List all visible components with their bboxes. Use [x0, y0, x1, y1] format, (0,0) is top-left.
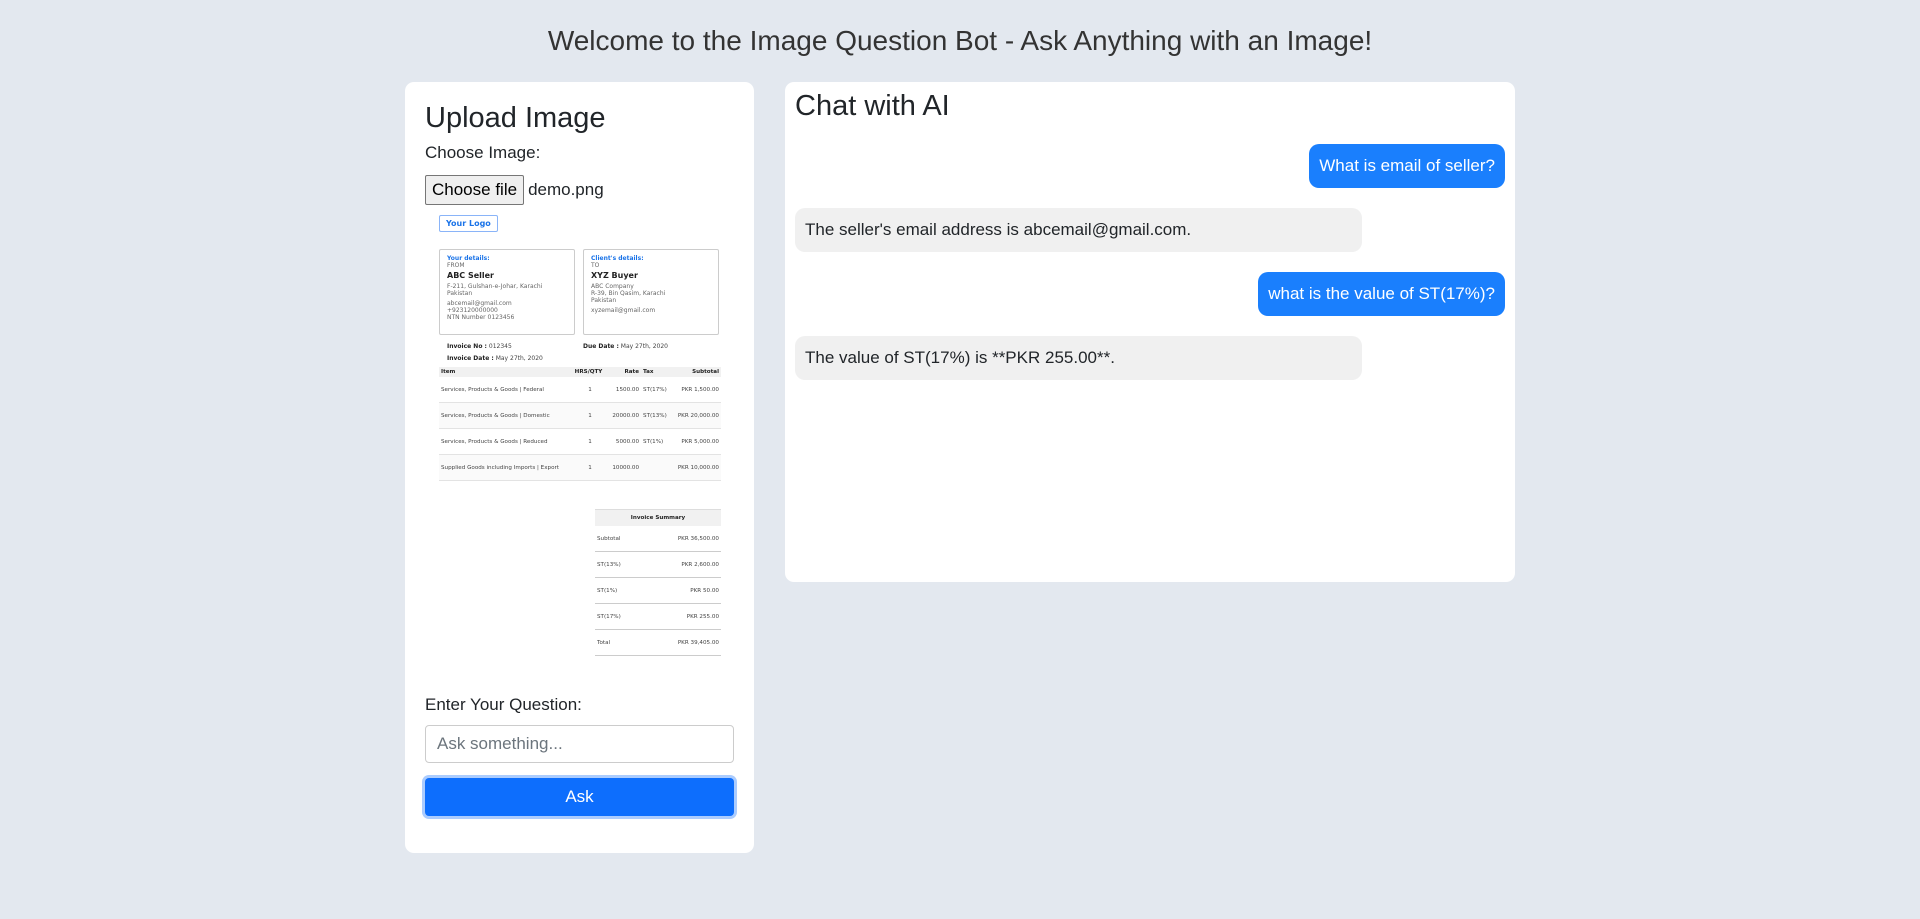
column-header: Tax — [641, 367, 672, 377]
seller-email: abcemail@gmail.com — [447, 300, 512, 307]
upload-panel: Upload Image Choose Image: Choose file d… — [405, 82, 754, 853]
ask-button[interactable]: Ask — [425, 778, 734, 816]
file-name: demo.png — [528, 180, 604, 199]
table-row: Services, Products & Goods | Domestic 1 2… — [439, 402, 721, 429]
summary-row: Subtotal PKR 36,500.00 — [595, 526, 721, 552]
seller-name: ABC Seller — [447, 271, 494, 280]
client-address2: Pakistan — [591, 297, 617, 304]
seller-phone: +923120000000 — [447, 307, 498, 314]
client-name: XYZ Buyer — [591, 271, 638, 280]
table-row: Supplied Goods including Imports | Expor… — [439, 454, 721, 481]
invoice-due-date: Due Date : May 27th, 2020 — [583, 343, 668, 350]
table-row: Services, Products & Goods | Reduced 1 50… — [439, 428, 721, 455]
client-address1: R-39, Bin Qasim, Karachi — [591, 290, 666, 297]
upload-title: Upload Image — [425, 102, 606, 134]
seller-ntn: NTN Number 0123456 — [447, 314, 515, 321]
client-details: Client's details: TO XYZ Buyer ABC Compa… — [583, 249, 719, 335]
page-title: Welcome to the Image Question Bot - Ask … — [547, 25, 1373, 56]
seller-details: Your details: FROM ABC Seller F-211, Gul… — [439, 249, 575, 335]
client-header: Client's details: — [591, 255, 644, 262]
invoice-number: Invoice No : 012345 — [447, 343, 512, 350]
invoice-logo: Your Logo — [439, 215, 498, 232]
invoice-items-table: Item HRS/QTY Rate Tax Subtotal Services,… — [439, 367, 721, 481]
invoice-date: Invoice Date : May 27th, 2020 — [447, 355, 543, 362]
image-preview: Your Logo Your details: FROM ABC Seller … — [425, 213, 723, 665]
summary-row: Total PKR 39,405.00 — [595, 629, 721, 656]
bot-message: The value of ST(17%) is **PKR 255.00**. — [795, 336, 1362, 380]
seller-header: Your details: — [447, 255, 490, 262]
column-header: Rate — [607, 367, 642, 377]
choose-file-button[interactable]: Choose file — [425, 175, 525, 205]
seller-from: FROM — [447, 262, 465, 269]
summary-row: ST(17%) PKR 255.00 — [595, 603, 721, 630]
client-to: TO — [591, 262, 600, 269]
question-input[interactable] — [425, 725, 734, 763]
client-email: xyzemail@gmail.com — [591, 307, 656, 314]
client-company: ABC Company — [591, 283, 634, 290]
seller-address2: Pakistan — [447, 290, 473, 297]
file-input[interactable]: Choose file demo.png — [425, 175, 734, 205]
user-message: what is the value of ST(17%)? — [1258, 272, 1505, 316]
table-row: Services, Products & Goods | Federal 1 15… — [439, 377, 721, 403]
chat-panel: Chat with AI What is email of seller? Th… — [785, 82, 1515, 582]
user-message: What is email of seller? — [1309, 144, 1505, 188]
bot-message: The seller's email address is abcemail@g… — [795, 208, 1362, 252]
chat-title: Chat with AI — [795, 90, 950, 122]
question-label: Enter Your Question: — [425, 695, 582, 714]
invoice-summary-table: Invoice Summary Subtotal PKR 36,500.00 ST… — [595, 509, 721, 656]
seller-address1: F-211, Gulshan-e-Johar, Karachi — [447, 283, 543, 290]
choose-image-label: Choose Image: — [425, 143, 541, 162]
summary-title: Invoice Summary — [595, 509, 721, 526]
column-header: HRS/QTY — [572, 367, 608, 377]
column-header: Item — [439, 367, 573, 377]
summary-row: ST(1%) PKR 50.00 — [595, 577, 721, 604]
summary-row: ST(13%) PKR 2,600.00 — [595, 551, 721, 578]
column-header: Subtotal — [671, 367, 721, 377]
